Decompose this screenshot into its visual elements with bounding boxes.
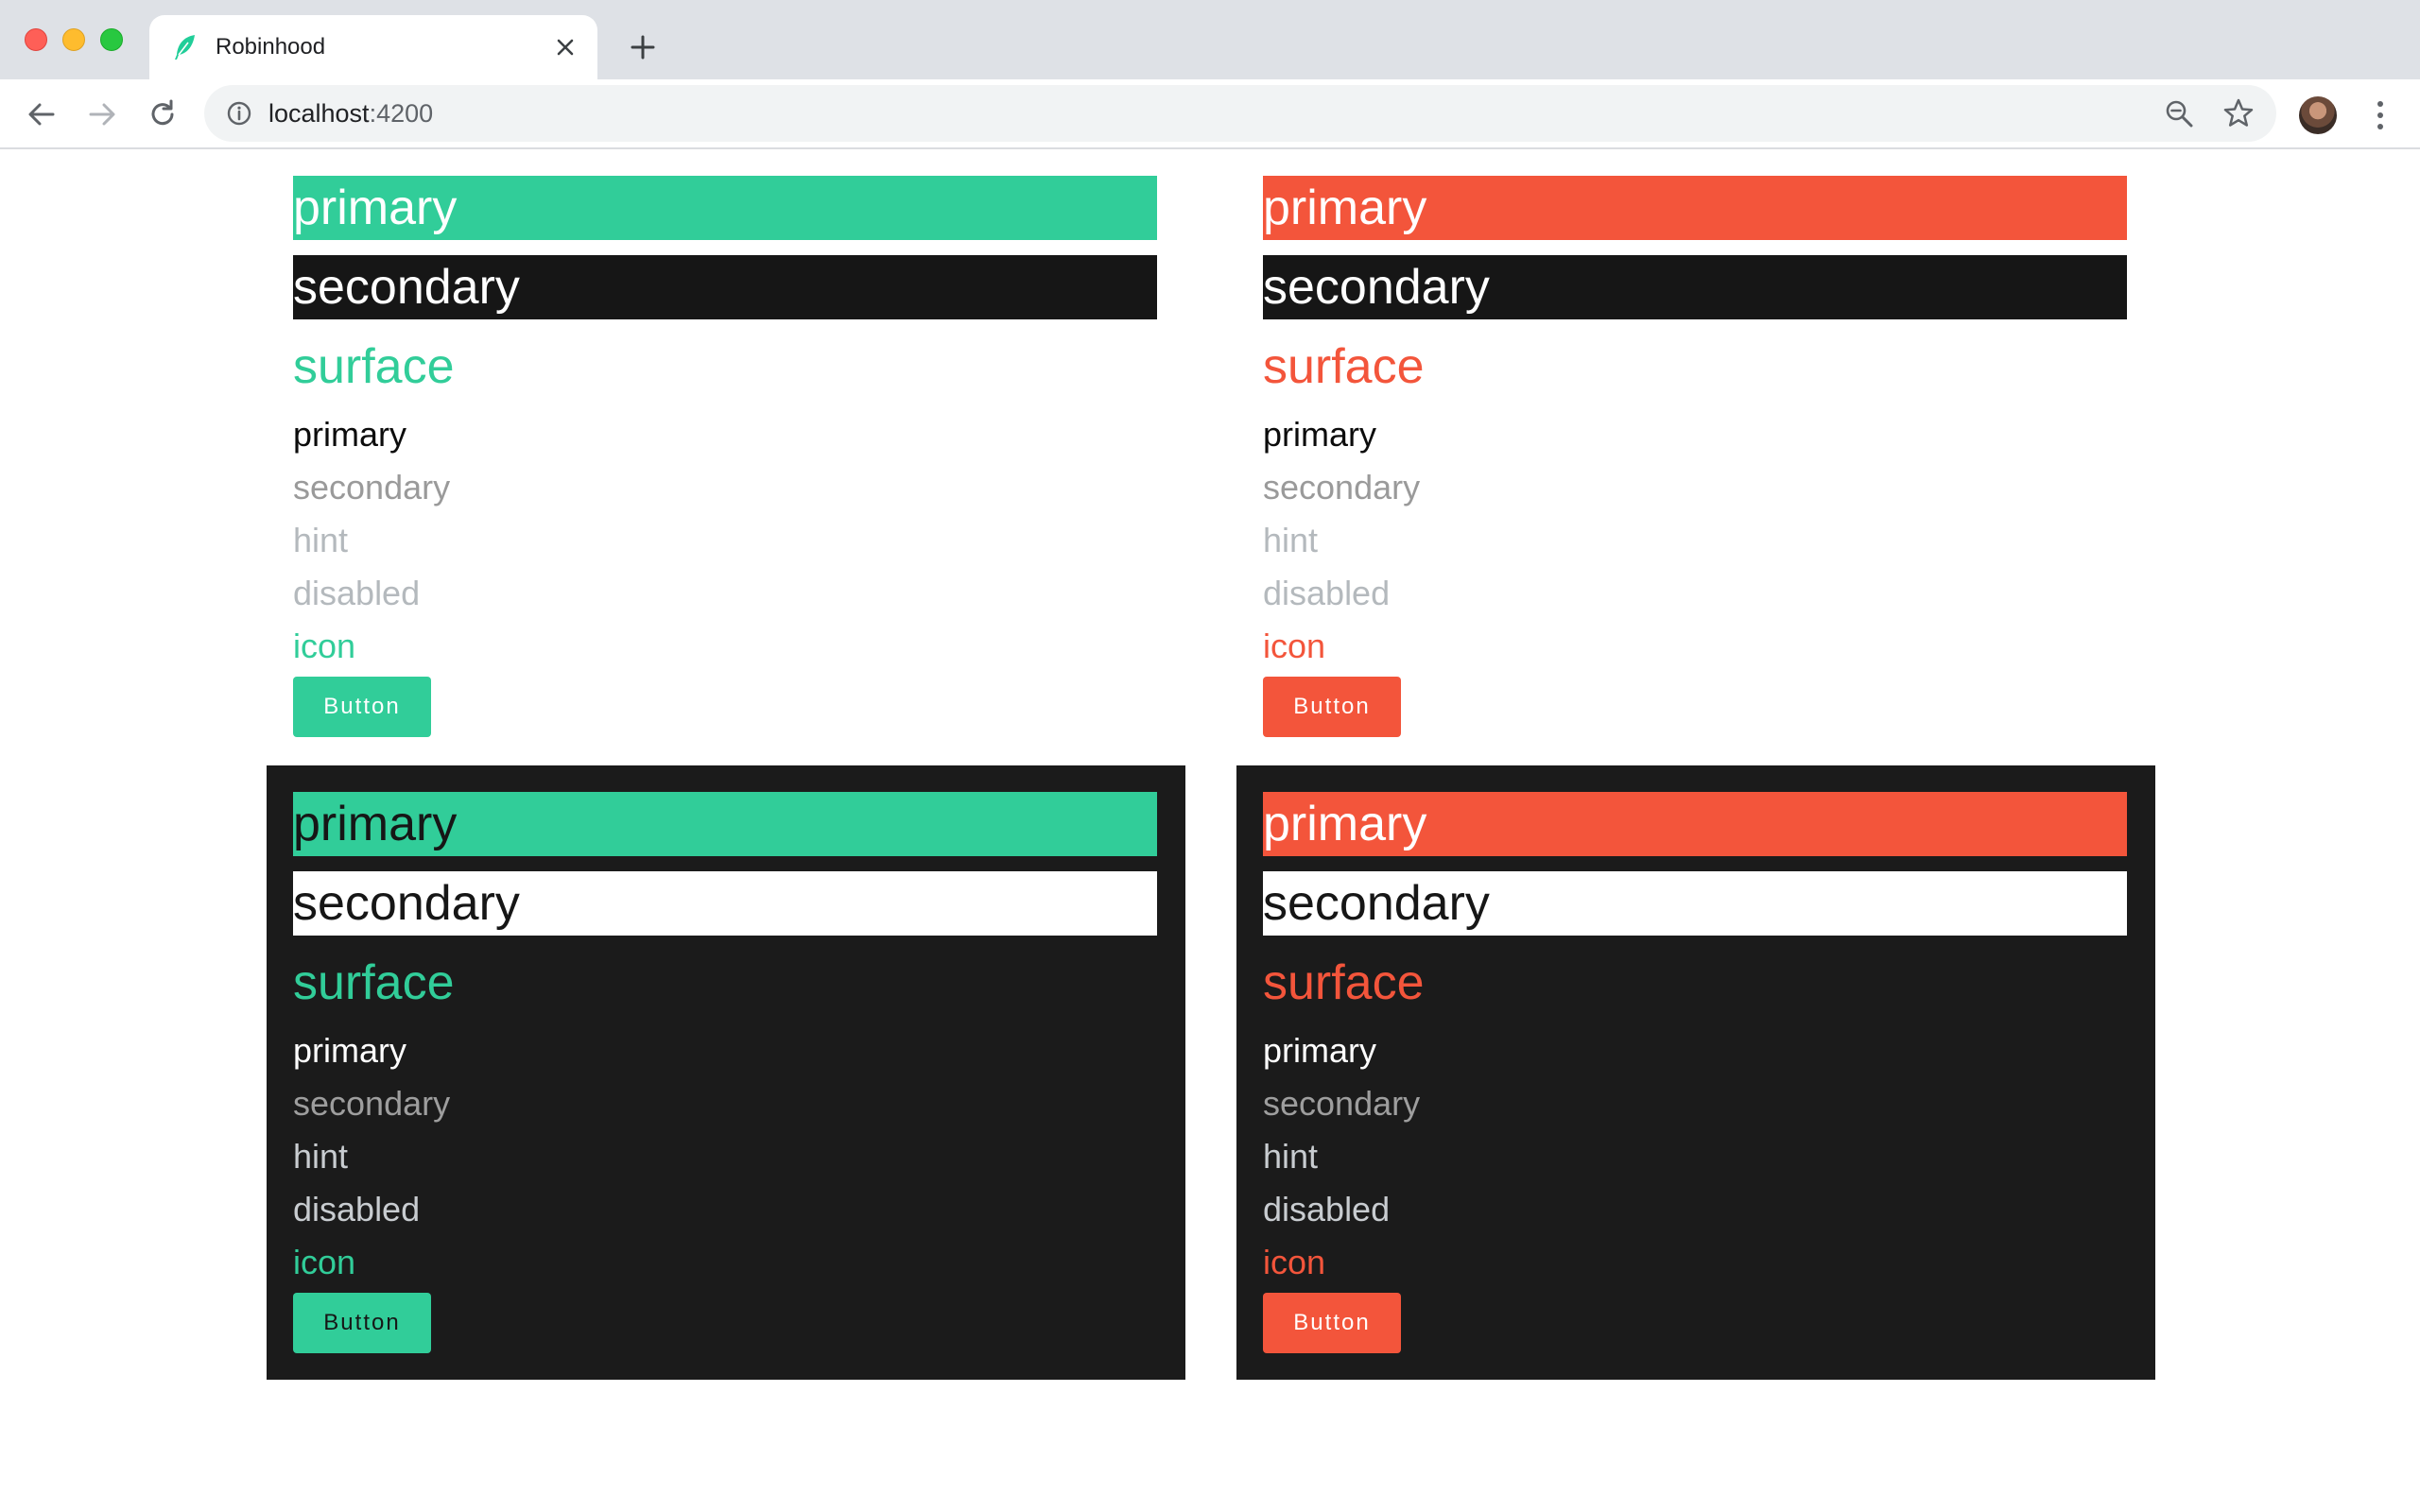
text-primary-sample: primary — [293, 1031, 407, 1070]
window-maximize-button[interactable] — [100, 28, 123, 51]
secondary-color-bar: secondary — [1263, 871, 2127, 936]
text-icon-sample: icon — [1263, 627, 1326, 665]
primary-color-bar: primary — [293, 792, 1157, 856]
text-icon-sample: icon — [293, 1243, 356, 1281]
text-hint-sample: hint — [1263, 1137, 1319, 1176]
text-secondary-sample: secondary — [1263, 468, 1421, 507]
zoom-out-icon[interactable] — [2163, 97, 2195, 129]
browser-toolbar: localhost:4200 — [0, 79, 2420, 149]
theme-panel-light-green: primary secondary surface primary second… — [267, 149, 1185, 764]
sample-button[interactable]: Button — [293, 1293, 431, 1353]
text-hint-sample: hint — [293, 521, 349, 559]
text-primary-sample: primary — [1263, 415, 1377, 454]
theme-panel-light-orange: primary secondary surface primary second… — [1236, 149, 2155, 764]
secondary-color-bar: secondary — [293, 871, 1157, 936]
window-close-button[interactable] — [25, 28, 47, 51]
text-disabled-sample: disabled — [1263, 574, 1391, 612]
browser-tab[interactable]: Robinhood — [149, 15, 597, 79]
theme-panel-dark-green: primary secondary surface primary second… — [267, 765, 1185, 1380]
sample-button[interactable]: Button — [1263, 1293, 1401, 1353]
plus-icon[interactable] — [628, 32, 658, 62]
reload-icon[interactable] — [146, 97, 180, 131]
sample-button[interactable]: Button — [293, 677, 431, 737]
secondary-color-bar: secondary — [293, 255, 1157, 319]
star-icon[interactable] — [2221, 96, 2256, 130]
more-vertical-icon[interactable] — [2363, 96, 2397, 134]
url-text[interactable]: localhost:4200 — [268, 99, 433, 129]
profile-avatar[interactable] — [2299, 96, 2337, 134]
surface-text: surface — [293, 955, 455, 1010]
text-secondary-sample: secondary — [293, 468, 451, 507]
text-icon-sample: icon — [1263, 1243, 1326, 1281]
text-secondary-sample: secondary — [293, 1084, 451, 1123]
url-host: localhost — [268, 99, 370, 128]
text-primary-sample: primary — [1263, 1031, 1377, 1070]
info-icon[interactable] — [225, 99, 253, 128]
tab-title: Robinhood — [216, 34, 326, 60]
text-secondary-sample: secondary — [1263, 1084, 1421, 1123]
address-bar[interactable]: localhost:4200 — [204, 85, 2276, 142]
text-icon-sample: icon — [293, 627, 356, 665]
primary-color-bar: primary — [293, 176, 1157, 240]
window-minimize-button[interactable] — [62, 28, 85, 51]
arrow-right-icon[interactable] — [85, 97, 119, 131]
surface-text: surface — [1263, 339, 1425, 394]
url-port: :4200 — [369, 99, 434, 128]
feather-icon — [175, 35, 195, 60]
sample-button[interactable]: Button — [1263, 677, 1401, 737]
close-icon[interactable] — [552, 34, 579, 60]
arrow-left-icon[interactable] — [25, 97, 59, 131]
text-disabled-sample: disabled — [293, 574, 421, 612]
theme-panel-dark-orange: primary secondary surface primary second… — [1236, 765, 2155, 1380]
text-disabled-sample: disabled — [1263, 1190, 1391, 1228]
text-hint-sample: hint — [293, 1137, 349, 1176]
text-hint-sample: hint — [1263, 521, 1319, 559]
browser-tab-bar: Robinhood — [0, 0, 2420, 79]
secondary-color-bar: secondary — [1263, 255, 2127, 319]
surface-text: surface — [1263, 955, 1425, 1010]
primary-color-bar: primary — [1263, 792, 2127, 856]
surface-text: surface — [293, 339, 455, 394]
primary-color-bar: primary — [1263, 176, 2127, 240]
text-primary-sample: primary — [293, 415, 407, 454]
text-disabled-sample: disabled — [293, 1190, 421, 1228]
